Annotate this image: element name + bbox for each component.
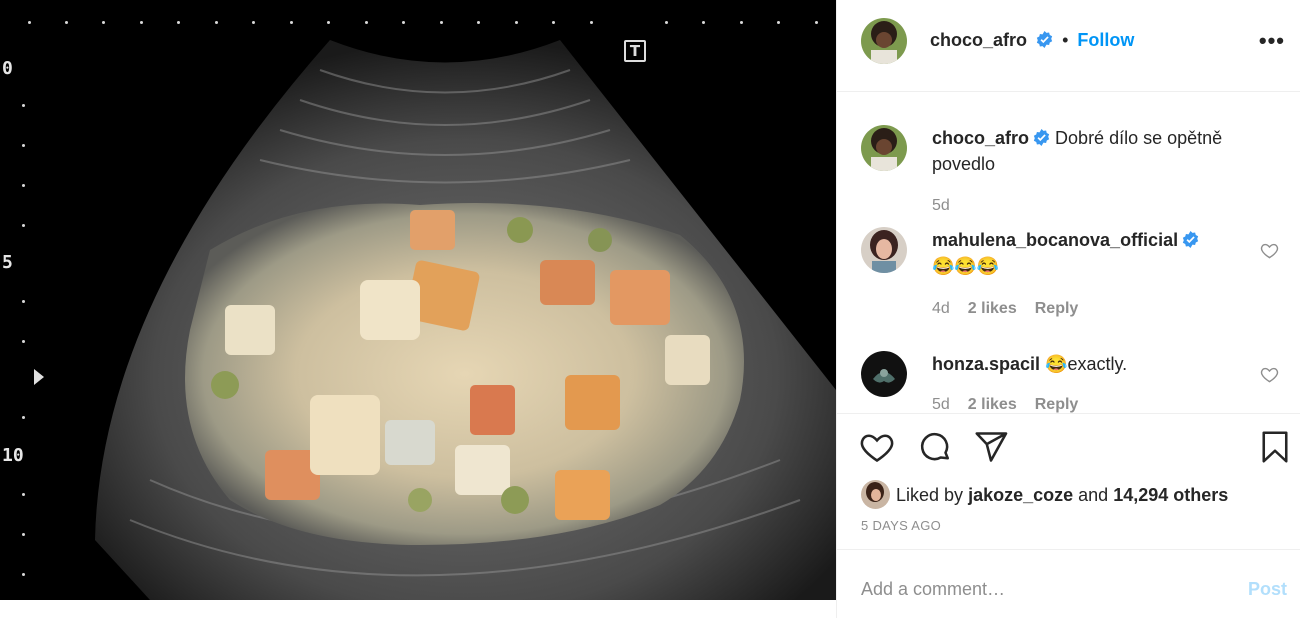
comment-input[interactable] xyxy=(861,572,1221,606)
comment-reply-button[interactable]: Reply xyxy=(1035,300,1079,317)
post-header: choco_afro • Follow ••• xyxy=(837,0,1300,92)
comment-text: 😂exactly. xyxy=(1045,354,1128,374)
comment-age: 4d xyxy=(932,300,950,317)
instagram-post-modal: 0 5 10 T choco_afro • Follow ••• choco_a… xyxy=(0,0,1300,618)
more-options-icon[interactable]: ••• xyxy=(1259,28,1285,54)
author-avatar[interactable] xyxy=(861,18,907,64)
likes-others-link[interactable]: 14,294 others xyxy=(1113,485,1228,505)
comment-meta: 4d 2 likes Reply xyxy=(932,300,1078,318)
save-bookmark-icon[interactable] xyxy=(1257,429,1293,465)
post-comment-button[interactable]: Post xyxy=(1248,579,1287,600)
t-marker-icon: T xyxy=(624,40,646,62)
commenter-avatar[interactable] xyxy=(861,227,907,273)
liked-by-username[interactable]: jakoze_coze xyxy=(968,485,1073,505)
post-image[interactable]: 0 5 10 T xyxy=(0,0,836,600)
likes-middle: and xyxy=(1078,485,1109,505)
post-actions: Liked by jakoze_coze and 14,294 others 5… xyxy=(837,413,1300,549)
post-timestamp[interactable]: 5 DAYS AGO xyxy=(861,518,941,533)
image-bottom-strip xyxy=(0,600,836,618)
comments-list[interactable]: choco_afro Dobré dílo se opětně povedlo … xyxy=(837,93,1300,413)
commenter-avatar[interactable] xyxy=(861,351,907,397)
comment-body: honza.spacil 😂exactly. xyxy=(932,351,1252,377)
likes-prefix: Liked by xyxy=(896,485,964,505)
scale-label-10: 10 xyxy=(2,445,24,466)
verified-badge-icon xyxy=(1033,129,1050,146)
follow-button[interactable]: Follow xyxy=(1077,30,1134,50)
liker-avatar[interactable] xyxy=(861,480,890,509)
comment-text: 😂😂😂 xyxy=(932,256,1000,276)
scale-dots-top xyxy=(0,21,836,27)
comment-like-heart-icon[interactable] xyxy=(1260,365,1279,384)
scale-label-5: 5 xyxy=(2,252,13,273)
caption-body: choco_afro Dobré dílo se opětně povedlo xyxy=(932,125,1252,177)
verified-badge-icon xyxy=(1036,31,1053,48)
comment-meta: 5d 2 likes Reply xyxy=(932,396,1078,413)
add-comment-bar: Post xyxy=(837,549,1300,618)
comment-bubble-icon[interactable] xyxy=(917,429,953,465)
comment-username[interactable]: mahulena_bocanova_official xyxy=(932,230,1178,250)
like-heart-icon[interactable] xyxy=(859,429,895,465)
likes-summary: Liked by jakoze_coze and 14,294 others xyxy=(861,480,1228,509)
comment-like-heart-icon[interactable] xyxy=(1260,241,1279,260)
comment-item: mahulena_bocanova_official 😂😂😂 4d 2 likes… xyxy=(861,227,1291,327)
caption: choco_afro Dobré dílo se opětně povedlo … xyxy=(861,125,1291,225)
caption-username[interactable]: choco_afro xyxy=(932,128,1029,148)
author-line: choco_afro • Follow xyxy=(930,30,1134,51)
comment-body: mahulena_bocanova_official 😂😂😂 xyxy=(932,227,1252,279)
post-side-panel: choco_afro • Follow ••• choco_afro Dobré… xyxy=(836,0,1300,618)
ultrasound-image xyxy=(95,40,836,600)
scale-label-0: 0 xyxy=(2,58,13,79)
comment-age: 5d xyxy=(932,396,950,413)
comment-likes[interactable]: 2 likes xyxy=(968,300,1017,317)
comment-likes[interactable]: 2 likes xyxy=(968,396,1017,413)
caption-age: 5d xyxy=(932,197,950,214)
caption-avatar[interactable] xyxy=(861,125,907,171)
comment-username[interactable]: honza.spacil xyxy=(932,354,1040,374)
author-username[interactable]: choco_afro xyxy=(930,30,1027,50)
comment-reply-button[interactable]: Reply xyxy=(1035,396,1079,413)
verified-badge-icon xyxy=(1182,231,1199,248)
comment-item: honza.spacil 😂exactly. 5d 2 likes Reply xyxy=(861,351,1291,413)
separator-dot: • xyxy=(1062,30,1069,50)
share-send-icon[interactable] xyxy=(973,429,1009,465)
focus-pointer-icon xyxy=(34,369,44,385)
